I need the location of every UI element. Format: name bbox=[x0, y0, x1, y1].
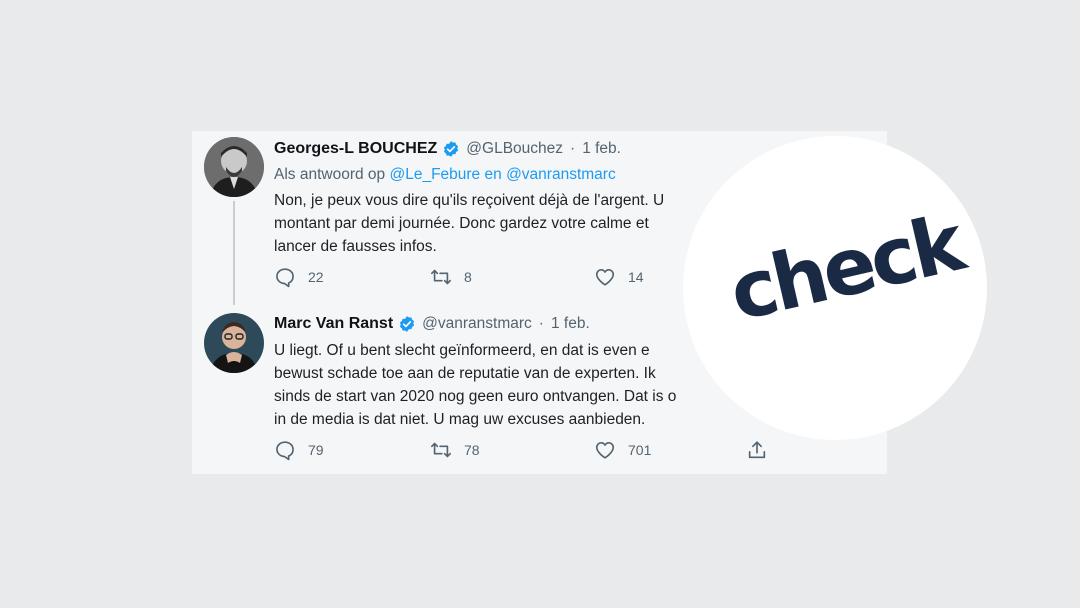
handle[interactable]: @vanranstmarc bbox=[422, 315, 532, 333]
retweet-arrows-icon bbox=[431, 269, 451, 285]
heart-icon bbox=[595, 269, 615, 286]
reply-to-conjunction: en bbox=[484, 166, 502, 183]
like-button[interactable]: 701 bbox=[594, 439, 651, 461]
share-button[interactable] bbox=[746, 439, 768, 461]
reply-button[interactable]: 79 bbox=[274, 439, 324, 461]
mention-le-febure[interactable]: @Le_Febure bbox=[389, 166, 480, 183]
mention-vanranstmarc[interactable]: @vanranstmarc bbox=[506, 166, 616, 183]
retweet-button[interactable]: 78 bbox=[430, 439, 480, 461]
heart-icon bbox=[595, 442, 615, 459]
like-count: 14 bbox=[628, 269, 644, 285]
separator-dot: · bbox=[538, 315, 544, 332]
retweet-arrows-icon bbox=[431, 442, 451, 458]
tweet-header: Georges-L BOUCHEZ @GLBouchez · 1 feb. bbox=[274, 140, 621, 158]
share-upload-icon bbox=[748, 441, 766, 459]
display-name[interactable]: Georges-L BOUCHEZ bbox=[274, 140, 437, 158]
retweet-button[interactable]: 8 bbox=[430, 266, 472, 288]
avatar[interactable] bbox=[204, 137, 264, 197]
verified-badge-icon bbox=[444, 141, 459, 157]
handle[interactable]: @GLBouchez bbox=[466, 140, 563, 158]
tweet-date[interactable]: 1 feb. bbox=[551, 315, 590, 333]
like-count: 701 bbox=[628, 442, 652, 458]
avatar[interactable] bbox=[204, 313, 264, 373]
tweet-actions: 79 78 701 bbox=[274, 439, 794, 463]
tweet-header: Marc Van Ranst @vanranstmarc · 1 feb. bbox=[274, 315, 590, 333]
verified-badge-icon bbox=[400, 316, 415, 332]
retweet-count: 78 bbox=[464, 442, 480, 458]
reply-to-prefix: Als antwoord op bbox=[274, 166, 386, 183]
check-label: check bbox=[721, 198, 969, 340]
speech-bubble-icon bbox=[276, 441, 294, 461]
display-name[interactable]: Marc Van Ranst bbox=[274, 315, 393, 333]
separator-dot: · bbox=[570, 140, 576, 157]
tweet-date[interactable]: 1 feb. bbox=[582, 140, 621, 158]
retweet-count: 8 bbox=[464, 269, 472, 285]
reply-count: 22 bbox=[308, 269, 324, 285]
speech-bubble-icon bbox=[276, 268, 294, 288]
reply-count: 79 bbox=[308, 442, 324, 458]
reply-to-line: Als antwoord op @Le_Febure en @vanranstm… bbox=[274, 166, 616, 184]
like-button[interactable]: 14 bbox=[594, 266, 644, 288]
fact-check-badge: check bbox=[683, 136, 987, 440]
reply-button[interactable]: 22 bbox=[274, 266, 324, 288]
thread-connector-line bbox=[233, 201, 235, 305]
